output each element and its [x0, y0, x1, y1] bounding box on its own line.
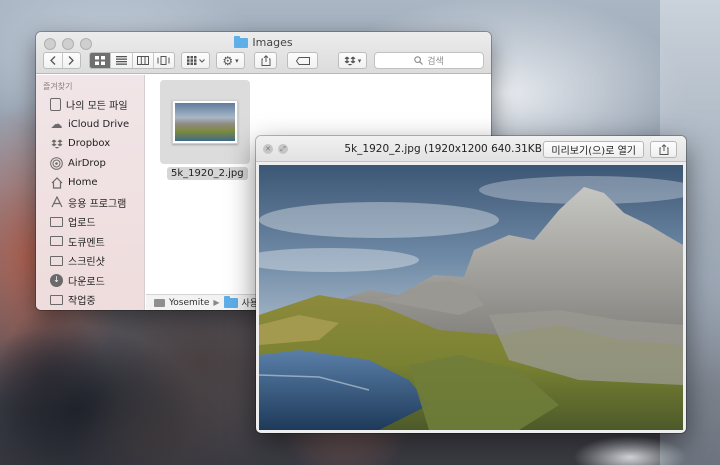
sidebar-item-label: 도큐멘트	[68, 237, 105, 249]
dropbox-icon	[50, 137, 63, 150]
sidebar-item-screenshots[interactable]: 스크린샷	[36, 251, 144, 271]
airdrop-icon	[50, 156, 63, 170]
coverflow-view-icon	[157, 56, 170, 65]
sidebar-item-label: 업로드	[68, 218, 96, 230]
list-view-button[interactable]	[111, 53, 133, 68]
chevron-left-icon	[49, 56, 56, 65]
forward-button[interactable]	[63, 53, 81, 68]
sidebar-item-work-in-progress[interactable]: 작업중	[36, 290, 144, 310]
chevron-down-icon: ▾	[235, 56, 239, 65]
folder-icon	[223, 295, 238, 308]
icon-view-button[interactable]	[90, 53, 112, 68]
path-disk[interactable]: Yosemite	[169, 298, 209, 308]
finder-sidebar: 즐겨찾기 나의 모든 파일 ☁ iCloud Drive Dropbox Air…	[36, 75, 145, 310]
file-item-selected[interactable]	[160, 80, 250, 164]
window-title-text: Images	[252, 36, 293, 49]
sidebar-item-label: 응용 프로그램	[68, 198, 127, 210]
sidebar-item-label: iCloud Drive	[68, 118, 130, 130]
document-icon	[50, 236, 63, 247]
search-input[interactable]: 검색	[374, 52, 484, 69]
sidebar-item-label: 다운로드	[68, 276, 105, 288]
sidebar-item-label: Dropbox	[68, 138, 111, 150]
quicklook-fullscreen-button[interactable]: ⤢	[278, 144, 288, 154]
icloud-icon: ☁	[50, 117, 63, 132]
path-separator-icon: ▶	[213, 298, 220, 307]
quicklook-window: ✕ ⤢ 5k_1920_2.jpg (1920x1200 640.31KB) 미…	[256, 136, 686, 433]
chevron-right-icon	[68, 56, 75, 65]
dropbox-icon	[344, 56, 356, 66]
search-placeholder: 검색	[427, 57, 444, 67]
arrange-grid-icon	[186, 56, 205, 65]
quicklook-image-preview[interactable]	[259, 165, 683, 430]
folder-icon	[234, 35, 249, 48]
quicklook-titlebar: ✕ ⤢ 5k_1920_2.jpg (1920x1200 640.31KB) 미…	[256, 136, 686, 162]
home-icon	[50, 176, 63, 189]
share-icon	[659, 144, 668, 155]
chevron-down-icon: ▾	[357, 56, 362, 65]
action-button[interactable]: ⚙ ▾	[216, 52, 245, 69]
image-thumbnail	[175, 103, 235, 141]
sidebar-item-airdrop[interactable]: AirDrop	[36, 154, 144, 174]
sidebar-item-label: AirDrop	[68, 157, 106, 169]
back-button[interactable]	[44, 53, 63, 68]
tag-icon	[295, 56, 310, 65]
arrange-button[interactable]	[181, 52, 210, 69]
window-title: Images	[36, 35, 491, 49]
file-thumbnail	[172, 100, 238, 144]
search-icon	[414, 56, 424, 65]
column-view-icon	[136, 56, 149, 65]
applications-icon	[50, 196, 63, 209]
sidebar-item-home[interactable]: Home	[36, 173, 144, 193]
finder-titlebar: Images ⚙ ▾ ▾ 검색	[36, 32, 491, 74]
landscape-photo	[259, 165, 683, 430]
hard-disk-icon	[154, 298, 165, 307]
download-icon: ↓	[50, 273, 63, 287]
sidebar-item-label: 스크린샷	[68, 257, 105, 269]
back-forward-control	[43, 52, 81, 69]
all-files-icon	[50, 98, 61, 112]
column-view-button[interactable]	[133, 53, 154, 68]
dropbox-toolbar-button[interactable]: ▾	[338, 52, 367, 69]
tags-button[interactable]	[287, 52, 318, 69]
quicklook-close-button[interactable]: ✕	[263, 144, 273, 154]
folder-icon	[50, 255, 63, 266]
sidebar-item-applications[interactable]: 응용 프로그램	[36, 193, 144, 213]
folder-icon	[50, 294, 63, 305]
view-mode-control	[89, 52, 175, 69]
open-with-preview-button[interactable]: 미리보기(으)로 열기	[543, 141, 644, 158]
list-view-icon	[115, 56, 127, 65]
sidebar-item-uploads[interactable]: 업로드	[36, 212, 144, 232]
gear-icon: ⚙	[222, 53, 234, 68]
sidebar-item-icloud-drive[interactable]: ☁ iCloud Drive	[36, 115, 144, 135]
sidebar-item-label: 나의 모든 파일	[66, 101, 128, 113]
share-icon	[261, 55, 270, 66]
sidebar-item-all-files[interactable]: 나의 모든 파일	[36, 95, 144, 115]
coverflow-view-button[interactable]	[154, 53, 174, 68]
sidebar-heading-favorites: 즐겨찾기	[43, 82, 73, 91]
file-name-label[interactable]: 5k_1920_2.jpg	[167, 167, 248, 180]
icon-view-icon	[95, 56, 106, 65]
sidebar-item-documents[interactable]: 도큐멘트	[36, 232, 144, 252]
sidebar-item-dropbox[interactable]: Dropbox	[36, 134, 144, 154]
folder-icon	[50, 216, 63, 227]
sidebar-item-label: 작업중	[68, 296, 96, 308]
share-button[interactable]	[254, 52, 277, 69]
quicklook-title: 5k_1920_2.jpg (1920x1200 640.31KB)	[344, 143, 546, 155]
sidebar-item-label: Home	[68, 177, 98, 189]
sidebar-item-downloads[interactable]: ↓ 다운로드	[36, 271, 144, 291]
quicklook-share-button[interactable]	[650, 141, 677, 158]
